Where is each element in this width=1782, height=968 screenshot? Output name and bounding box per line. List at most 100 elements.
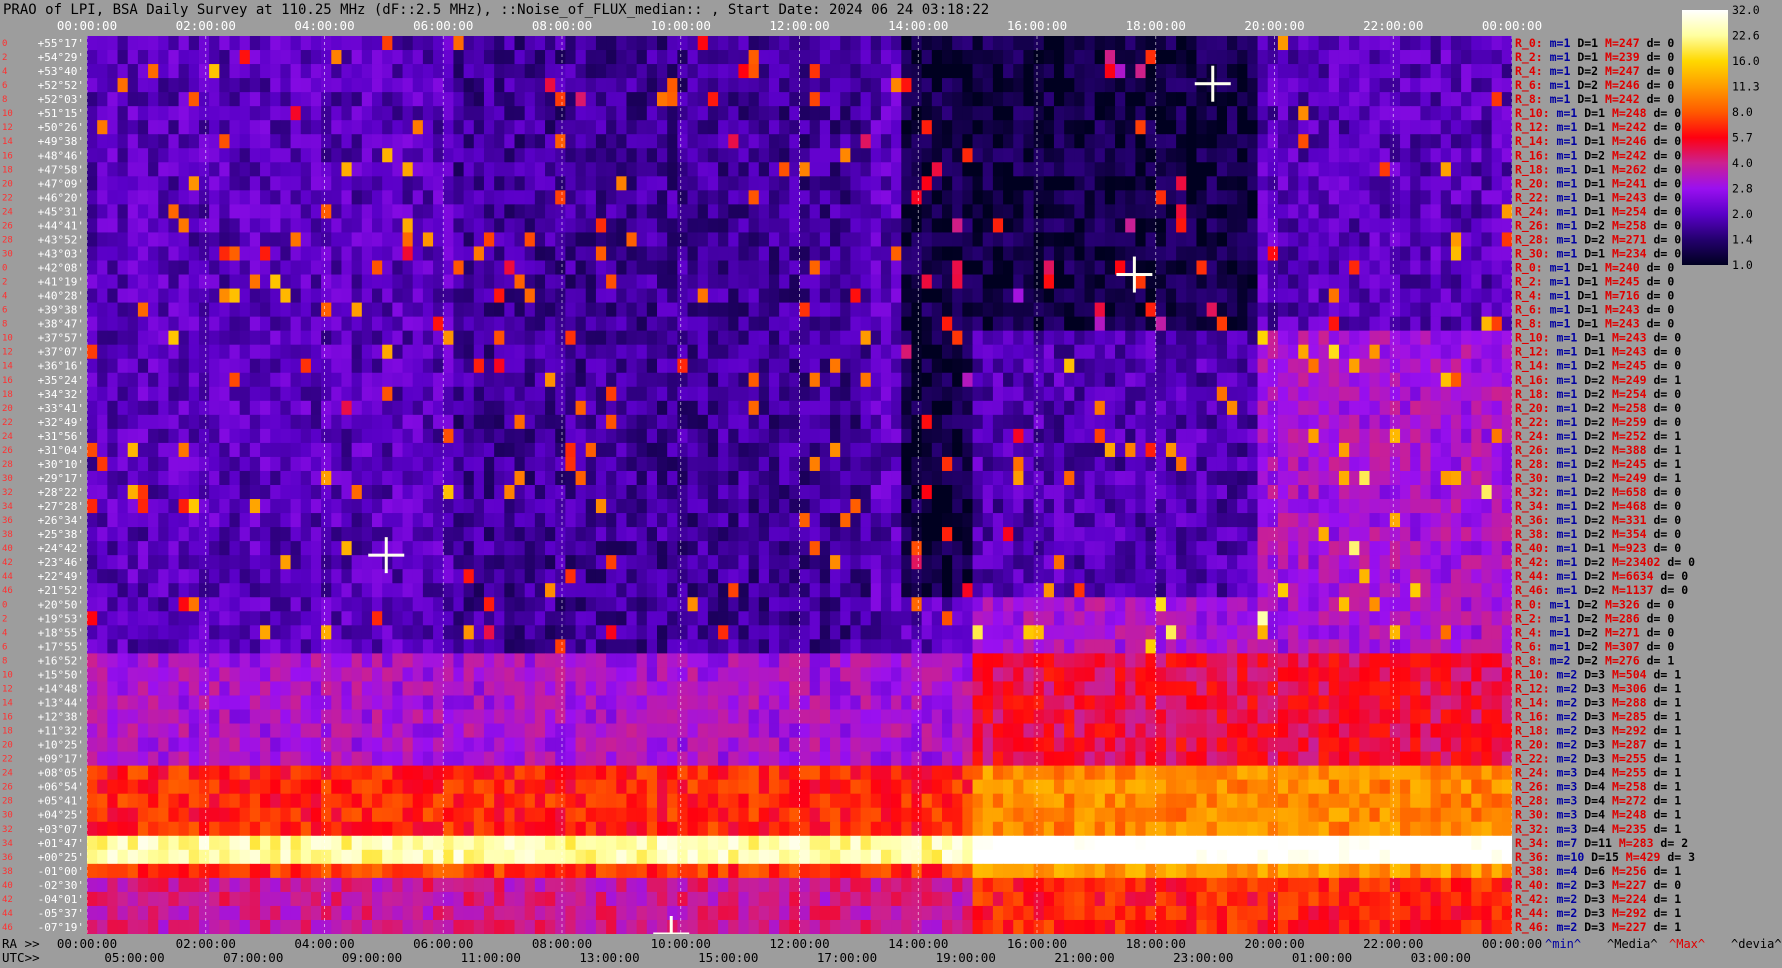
heat-cell xyxy=(361,302,373,318)
heat-cell xyxy=(198,120,210,135)
heat-cell xyxy=(1450,134,1462,149)
heat-cell xyxy=(809,274,821,290)
heat-cell xyxy=(992,162,1004,177)
heat-cell xyxy=(860,64,872,79)
heat-cell xyxy=(321,316,332,332)
heat-cell xyxy=(921,106,933,121)
heat-cell xyxy=(1043,485,1055,500)
heat-cell xyxy=(1267,442,1279,458)
heat-cell xyxy=(891,78,902,93)
heat-cell xyxy=(748,456,760,472)
heat-cell xyxy=(962,344,974,360)
heat-cell xyxy=(1450,372,1462,388)
heat-cell xyxy=(1013,50,1025,65)
heat-cell xyxy=(1013,246,1025,262)
heat-cell xyxy=(351,456,363,472)
heat-cell xyxy=(229,120,241,135)
heat-cell xyxy=(392,330,404,346)
heat-cell xyxy=(534,218,546,234)
heat-cell xyxy=(1237,499,1248,514)
heat-cell xyxy=(158,218,170,234)
heat-cell xyxy=(1410,148,1421,163)
heat-cell xyxy=(585,513,597,528)
heat-cell xyxy=(972,288,984,304)
heat-cell xyxy=(901,316,913,332)
heat-cell xyxy=(1450,358,1462,374)
heat-cell xyxy=(819,428,831,444)
heat-cell xyxy=(1023,218,1035,234)
heat-cell xyxy=(952,204,963,220)
heat-cell xyxy=(137,527,149,542)
heat-cell xyxy=(728,302,740,318)
heat-cell xyxy=(504,92,516,107)
heat-cell xyxy=(646,92,658,107)
heat-cell xyxy=(606,204,617,220)
heat-cell xyxy=(606,513,617,528)
heat-cell xyxy=(1501,288,1512,304)
heat-cell xyxy=(840,232,851,248)
heat-cell xyxy=(952,358,963,374)
heat-cell xyxy=(707,50,719,65)
heat-cell xyxy=(270,260,281,276)
heat-cell xyxy=(97,36,108,51)
heat-cell xyxy=(911,64,923,79)
heat-cell xyxy=(1257,330,1269,346)
heat-cell xyxy=(1155,204,1167,220)
heat-cell xyxy=(819,485,831,500)
heat-cell xyxy=(585,106,597,121)
heat-cell xyxy=(463,513,475,528)
heat-cell xyxy=(880,330,892,346)
heat-cell xyxy=(809,358,821,374)
heat-cell xyxy=(748,78,760,93)
heat-cell xyxy=(555,428,566,444)
heat-cell xyxy=(1338,64,1350,79)
heat-cell xyxy=(107,470,119,486)
heat-cell xyxy=(209,134,220,149)
heat-cell xyxy=(860,302,872,318)
heat-cell xyxy=(1115,428,1126,444)
heat-cell xyxy=(616,386,628,402)
heat-cell xyxy=(870,50,882,65)
heat-cell xyxy=(198,148,210,163)
heat-cell xyxy=(198,260,210,276)
heat-cell xyxy=(229,288,241,304)
heat-cell xyxy=(1084,330,1096,346)
heat-cell xyxy=(1318,470,1330,486)
heat-cell xyxy=(555,344,566,360)
heat-cell xyxy=(300,513,312,528)
heat-cell xyxy=(178,470,190,486)
heat-cell xyxy=(331,64,343,79)
heat-cell xyxy=(1267,106,1279,121)
heat-cell xyxy=(565,386,577,402)
heat-cell xyxy=(850,414,862,430)
heat-cell xyxy=(1247,442,1259,458)
heat-cell xyxy=(107,358,119,374)
heat-cell xyxy=(209,148,220,163)
heat-cell xyxy=(453,120,465,135)
heat-cell xyxy=(952,499,963,514)
heat-cell xyxy=(107,372,119,388)
heat-cell xyxy=(260,288,271,304)
heat-cell xyxy=(1420,36,1432,51)
heat-cell xyxy=(219,316,231,332)
heat-cell xyxy=(310,527,322,542)
heat-cell xyxy=(1084,288,1096,304)
heat-cell xyxy=(1033,78,1045,93)
heat-cell xyxy=(290,527,302,542)
heat-cell xyxy=(1084,470,1096,486)
heat-cell xyxy=(595,428,607,444)
heat-cell xyxy=(931,274,943,290)
heat-cell xyxy=(1196,78,1208,93)
heat-cell xyxy=(738,288,750,304)
heat-cell xyxy=(260,527,271,542)
heat-cell xyxy=(433,330,444,346)
heat-cell xyxy=(860,78,872,93)
heat-cell xyxy=(779,148,790,163)
heat-cell xyxy=(707,78,719,93)
heat-cell xyxy=(789,162,801,177)
heat-cell xyxy=(148,64,159,79)
heat-cell xyxy=(1501,470,1512,486)
heat-cell xyxy=(1023,302,1035,318)
heat-cell xyxy=(992,36,1004,51)
heat-cell xyxy=(300,260,312,276)
